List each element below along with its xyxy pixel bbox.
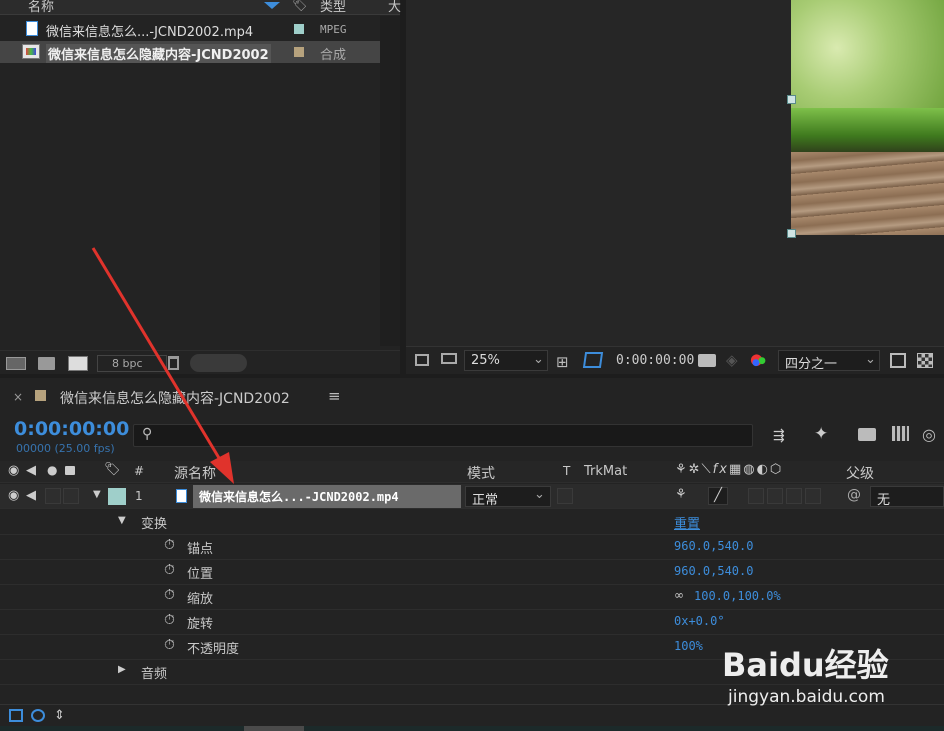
baidu-url: jingyan.baidu.com [728, 687, 885, 707]
annotation-arrow [91, 247, 234, 484]
baidu-logo: Baidu经验 [722, 646, 889, 684]
baidu-watermark: Baidu经验 jingyan.baidu.com [722, 640, 922, 712]
